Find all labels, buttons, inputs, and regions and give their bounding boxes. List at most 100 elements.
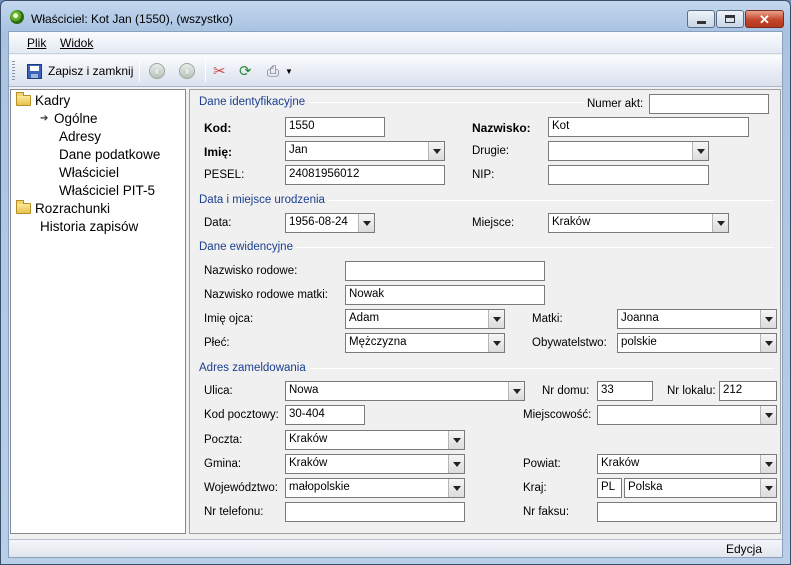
- chevron-down-icon[interactable]: [760, 334, 776, 352]
- numer-akt-field[interactable]: [649, 94, 769, 114]
- nazwisko-matki-field[interactable]: Nowak: [345, 285, 545, 305]
- faks-label: Nr faksu:: [523, 506, 570, 518]
- plec-label: Płeć:: [204, 337, 230, 349]
- minimize-button[interactable]: [687, 10, 715, 28]
- chevron-down-icon[interactable]: [448, 455, 464, 473]
- gmina-combobox[interactable]: Kraków: [285, 454, 465, 474]
- imie-value: Jan: [289, 144, 308, 156]
- title-bar[interactable]: Właściciel: Kot Jan (1550), (wszystko) ✕: [1, 1, 790, 31]
- nr-domu-label: Nr domu:: [542, 385, 590, 397]
- save-close-label: Zapisz i zamknij: [48, 64, 134, 78]
- app-icon: [10, 10, 24, 24]
- matki-combobox[interactable]: Joanna: [617, 309, 777, 329]
- chevron-down-icon[interactable]: [448, 479, 464, 497]
- gmina-value: Kraków: [289, 457, 328, 469]
- tree-node-ogolne[interactable]: ➔ Ogólne: [40, 111, 98, 126]
- nip-field[interactable]: [548, 165, 709, 185]
- tools-button[interactable]: ✂: [213, 59, 226, 83]
- poczta-value: Kraków: [289, 433, 328, 445]
- refresh-button[interactable]: ⟳: [239, 59, 252, 83]
- miejsce-combobox[interactable]: Kraków: [548, 213, 729, 233]
- obywatelstwo-value: polskie: [621, 336, 657, 348]
- data-urodzenia-picker[interactable]: 1956-08-24: [285, 213, 375, 233]
- tree-node-historia[interactable]: Historia zapisów: [40, 219, 138, 234]
- tree-node-rozrachunki[interactable]: Rozrachunki: [16, 200, 110, 216]
- save-close-button[interactable]: Zapisz i zamknij: [27, 59, 133, 83]
- kod-pocztowy-field[interactable]: 30-404: [285, 405, 365, 425]
- imie-label: Imię:: [204, 145, 233, 159]
- back-icon: ‹: [149, 63, 165, 79]
- chevron-down-icon[interactable]: [488, 334, 504, 352]
- imie-combobox[interactable]: Jan: [285, 141, 445, 161]
- tree-node-kadry[interactable]: Kadry: [16, 92, 70, 108]
- gmina-label: Gmina:: [204, 458, 242, 470]
- chevron-down-icon[interactable]: [712, 214, 728, 232]
- wojewodztwo-combobox[interactable]: małopolskie: [285, 478, 465, 498]
- forward-button[interactable]: ›: [179, 59, 195, 83]
- pesel-label: PESEL:: [204, 169, 245, 181]
- ulica-combobox[interactable]: Nowa: [285, 381, 525, 401]
- chevron-down-icon[interactable]: [760, 406, 776, 424]
- window-title: Właściciel: Kot Jan (1550), (wszystko): [31, 12, 234, 26]
- nazwisko-rodowe-label: Nazwisko rodowe:: [204, 265, 298, 277]
- chevron-down-icon[interactable]: [358, 214, 374, 232]
- menu-bar: Plik Widok: [9, 32, 782, 54]
- tree-node-wlasciciel[interactable]: Właściciel: [59, 165, 119, 180]
- refresh-icon: ⟳: [239, 62, 252, 80]
- numer-akt-label: Numer akt:: [587, 98, 644, 110]
- maximize-button[interactable]: [716, 10, 744, 28]
- tree-node-wlasciciel-pit5[interactable]: Właściciel PIT-5: [59, 183, 155, 198]
- pesel-field[interactable]: 24081956012: [285, 165, 445, 185]
- data-urodzenia-value: 1956-08-24: [289, 216, 348, 228]
- chevron-down-icon[interactable]: [760, 479, 776, 497]
- navigation-tree: Kadry ➔ Ogólne Adresy Dane podatkowe Wła…: [10, 89, 186, 534]
- chevron-down-icon[interactable]: [488, 310, 504, 328]
- menu-file[interactable]: Plik: [27, 36, 46, 50]
- kod-field[interactable]: 1550: [285, 117, 385, 137]
- nip-label: NIP:: [472, 169, 495, 181]
- chevron-down-icon[interactable]: [692, 142, 708, 160]
- chevron-down-icon[interactable]: [760, 455, 776, 473]
- obywatelstwo-label: Obywatelstwo:: [532, 337, 607, 349]
- group-records: Dane ewidencyjne: [199, 241, 774, 253]
- details-form: Dane identyfikacyjne Numer akt: Kod: 155…: [189, 89, 781, 534]
- plec-combobox[interactable]: Mężczyzna: [345, 333, 505, 353]
- toolbar-separator: [205, 60, 206, 82]
- close-icon: ✕: [759, 11, 770, 27]
- nazwisko-rodowe-field[interactable]: [345, 261, 545, 281]
- chevron-down-icon: ▼: [285, 66, 293, 76]
- wojewodztwo-label: Województwo:: [204, 482, 278, 494]
- miejsce-label: Miejsce:: [472, 217, 515, 229]
- nr-lokalu-field[interactable]: 212: [719, 381, 777, 401]
- chevron-down-icon[interactable]: [760, 310, 776, 328]
- tree-node-dane-podatkowe[interactable]: Dane podatkowe: [59, 147, 160, 162]
- tree-node-adresy[interactable]: Adresy: [59, 129, 101, 144]
- nazwisko-label: Nazwisko:: [472, 121, 531, 135]
- kraj-code-field[interactable]: PL: [597, 478, 622, 498]
- chevron-down-icon[interactable]: [428, 142, 444, 160]
- obywatelstwo-combobox[interactable]: polskie: [617, 333, 777, 353]
- nazwisko-field[interactable]: Kot: [548, 117, 749, 137]
- telefon-field[interactable]: [285, 502, 465, 522]
- print-button[interactable]: ⎙ ▼: [267, 59, 293, 83]
- close-button[interactable]: ✕: [745, 10, 784, 28]
- chevron-down-icon[interactable]: [448, 431, 464, 449]
- kraj-combobox[interactable]: Polska: [624, 478, 777, 498]
- toolbar-grip[interactable]: [12, 61, 15, 81]
- wojewodztwo-value: małopolskie: [289, 481, 350, 493]
- miejscowosc-combobox[interactable]: [597, 405, 777, 425]
- back-button[interactable]: ‹: [149, 59, 165, 83]
- poczta-combobox[interactable]: Kraków: [285, 430, 465, 450]
- drugie-combobox[interactable]: [548, 141, 709, 161]
- faks-field[interactable]: [597, 502, 777, 522]
- chevron-down-icon[interactable]: [508, 382, 524, 400]
- menu-view[interactable]: Widok: [60, 36, 93, 50]
- main-window: Właściciel: Kot Jan (1550), (wszystko) ✕…: [0, 0, 791, 565]
- powiat-label: Powiat:: [523, 458, 561, 470]
- imie-ojca-combobox[interactable]: Adam: [345, 309, 505, 329]
- nr-domu-field[interactable]: 33: [597, 381, 653, 401]
- folder-icon: [16, 92, 31, 106]
- powiat-combobox[interactable]: Kraków: [597, 454, 777, 474]
- maximize-icon: [725, 15, 735, 23]
- kraj-value: Polska: [628, 481, 663, 493]
